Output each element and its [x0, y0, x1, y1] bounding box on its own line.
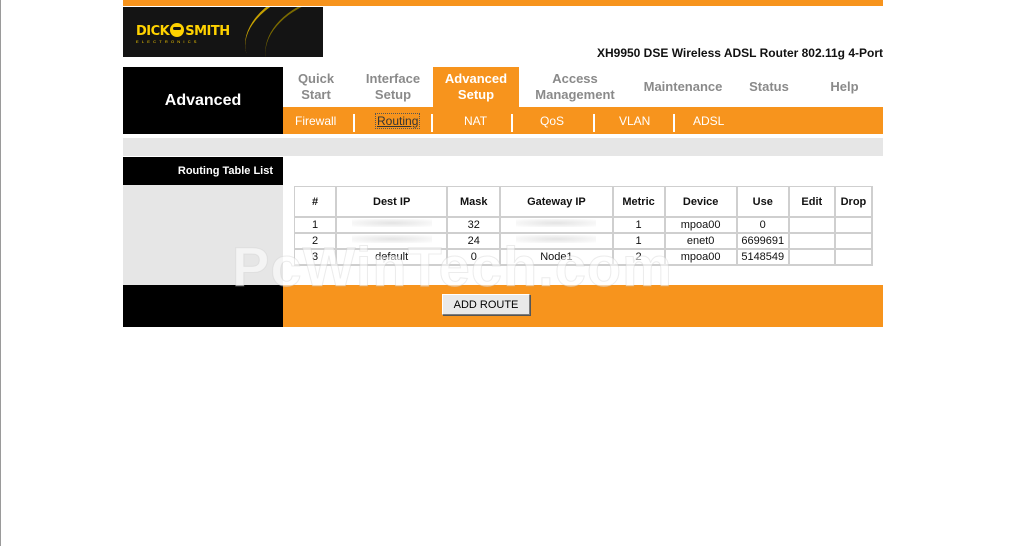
column-header: Use [737, 187, 790, 218]
routing-table-label: Routing Table List [123, 157, 283, 185]
subnav-separator [593, 114, 595, 132]
footer-action-bar [283, 285, 883, 327]
sub-navigation: Firewall Routing NAT QoS VLAN ADSL [283, 107, 883, 134]
top-accent-stripe [123, 0, 883, 6]
table-cell: 6699691 [737, 234, 790, 250]
subnav-separator [511, 114, 513, 132]
table-cell: mpoa00 [665, 218, 738, 234]
table-cell: default [337, 250, 449, 266]
subnav-vlan[interactable]: VLAN [619, 114, 650, 128]
logo-wordmark: DICK SMITH [136, 23, 230, 39]
nav-tab-advanced-setup[interactable]: Advanced Setup [433, 67, 519, 107]
logo-text-left: DICK [136, 24, 170, 39]
logo-subtitle: ELECTRONICS [136, 39, 200, 44]
redacted-ip [351, 235, 432, 243]
table-cell [501, 234, 614, 250]
table-cell: mpoa00 [665, 250, 738, 266]
column-header: Gateway IP [501, 187, 614, 218]
subnav-adsl[interactable]: ADSL [693, 114, 724, 128]
window-left-border [0, 0, 1, 546]
column-header: Metric [613, 187, 666, 218]
section-title: Advanced [123, 67, 283, 134]
table-cell: 2 [295, 234, 338, 250]
nav-tab-help[interactable]: Help [806, 67, 883, 107]
subnav-qos[interactable]: QoS [540, 114, 564, 128]
nav-tab-status[interactable]: Status [735, 67, 803, 107]
footer-left-panel [123, 285, 283, 327]
subnav-routing[interactable]: Routing [375, 113, 421, 129]
table-cell: 1 [613, 218, 666, 234]
column-header: # [295, 187, 338, 218]
table-row: 1 32 1 mpoa00 0 [295, 218, 873, 234]
table-cell [835, 250, 873, 266]
table-header-row: # Dest IP Mask Gateway IP Metric Device Use Edi… [295, 187, 873, 218]
routing-table: # Dest IP Mask Gateway IP Metric Device Use Edi… [294, 186, 873, 266]
subnav-separator [673, 114, 675, 132]
table-cell [789, 218, 836, 234]
table-cell: 3 [295, 250, 338, 266]
table-cell [337, 218, 449, 234]
redacted-ip [516, 219, 597, 227]
product-title: XH9950 DSE Wireless ADSL Router 802.11g … [596, 46, 883, 60]
table-cell: 2 [613, 250, 666, 266]
table-cell [789, 250, 836, 266]
logo-text-right: SMITH [185, 24, 230, 39]
nav-tab-access-management[interactable]: Access Management [519, 67, 631, 107]
redacted-ip [516, 235, 597, 243]
column-header: Drop [835, 187, 873, 218]
logo-face-icon [170, 23, 185, 37]
table-cell: 5148549 [737, 250, 790, 266]
column-header: Device [665, 187, 738, 218]
table-cell: 32 [448, 218, 502, 234]
table-cell [501, 218, 614, 234]
table-cell: 24 [448, 234, 502, 250]
table-cell: 0 [737, 218, 790, 234]
column-header: Dest IP [337, 187, 449, 218]
nav-tab-maintenance[interactable]: Maintenance [635, 67, 731, 107]
table-cell: Node1 [501, 250, 614, 266]
table-cell: 0 [448, 250, 502, 266]
table-cell: 1 [613, 234, 666, 250]
subnav-separator [353, 114, 355, 132]
table-body: 1 32 1 mpoa00 0 2 24 1 enet0 6699691 3 default 0… [295, 218, 873, 266]
table-cell [337, 234, 449, 250]
table-row: 3 default 0 Node1 2 mpoa00 5148549 [295, 250, 873, 266]
nav-tab-interface-setup[interactable]: Interface Setup [355, 67, 431, 107]
table-cell [835, 218, 873, 234]
add-route-button[interactable]: ADD ROUTE [442, 294, 530, 315]
left-panel [123, 185, 283, 285]
spacer-bar [123, 138, 883, 156]
table-row: 2 24 1 enet0 6699691 [295, 234, 873, 250]
subnav-separator [431, 114, 433, 132]
subnav-nat[interactable]: NAT [464, 114, 487, 128]
subnav-firewall[interactable]: Firewall [295, 114, 336, 128]
column-header: Mask [448, 187, 502, 218]
table-cell: enet0 [665, 234, 738, 250]
table-cell [789, 234, 836, 250]
dick-smith-logo: DICK SMITH ELECTRONICS [123, 7, 323, 57]
column-header: Edit [789, 187, 836, 218]
table-cell: 1 [295, 218, 338, 234]
table-cell [835, 234, 873, 250]
redacted-ip [351, 219, 432, 227]
nav-tab-quick-start[interactable]: Quick Start [283, 67, 349, 107]
main-navigation: Quick Start Interface Setup Advanced Setup… [283, 67, 883, 107]
